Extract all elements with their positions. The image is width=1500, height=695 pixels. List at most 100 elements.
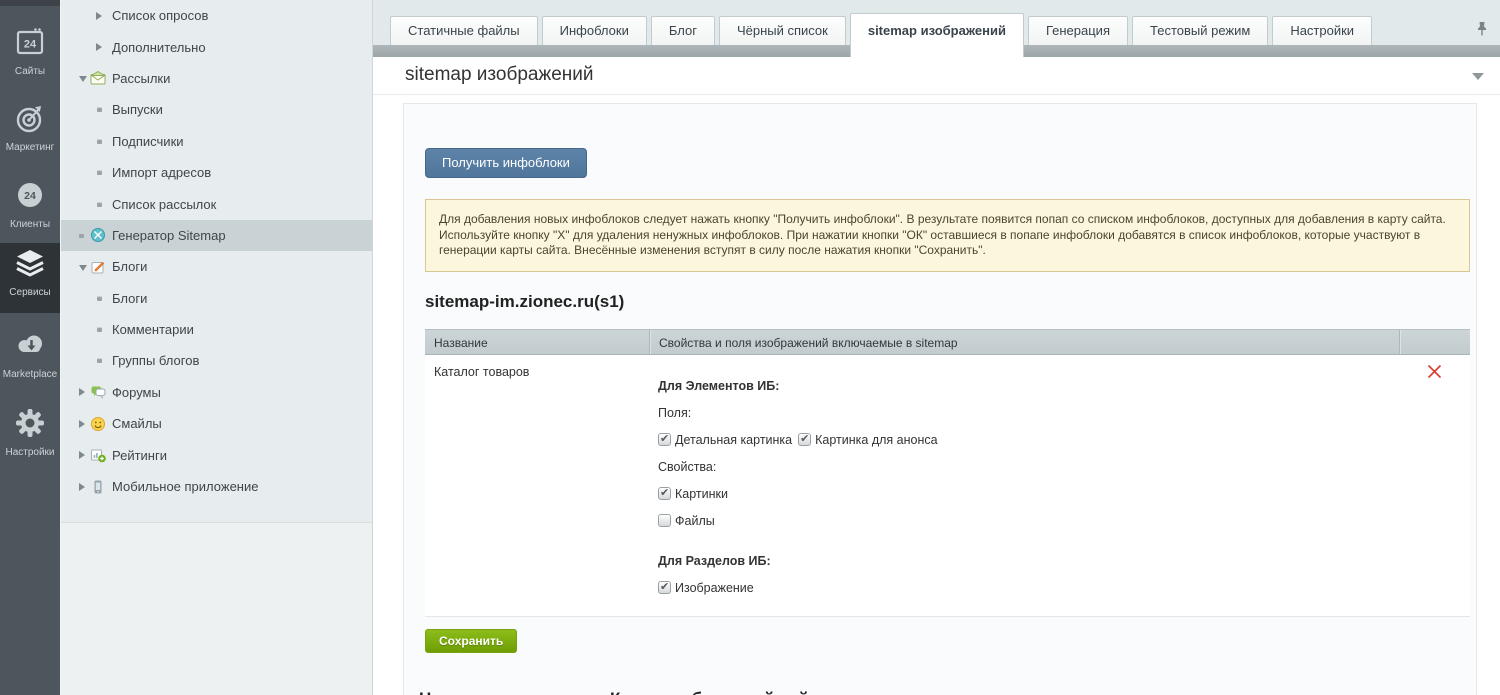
sidebar-item-mobile-app[interactable]: Мобильное приложение — [61, 471, 372, 502]
column-header-name: Название — [434, 335, 488, 350]
tab-blog[interactable]: Блог — [650, 16, 715, 45]
tab-settings[interactable]: Настройки — [1272, 16, 1373, 45]
chevron-right-icon — [96, 11, 102, 20]
checkbox-pictures[interactable]: Картинки — [658, 480, 728, 507]
page-title-bar: sitemap изображений — [373, 57, 1500, 95]
sidebar-menu: Список опросов Дополнительно Рассылки Вы… — [61, 0, 372, 502]
chevron-down-icon — [79, 264, 87, 271]
services-icon — [14, 247, 46, 279]
fields-checkbox-row: Детальная картинкаКартинка для анонса — [658, 426, 1399, 454]
forums-icon — [90, 384, 106, 400]
marketplace-icon — [14, 329, 46, 361]
bullet-icon — [97, 295, 102, 301]
next-section-clipped: Название Карта изображений сайта — [404, 689, 1476, 695]
settings-gear-icon — [14, 407, 46, 439]
checkbox-preview-picture[interactable]: Картинка для анонса — [798, 426, 938, 453]
page-title: sitemap изображений — [405, 64, 594, 85]
main-area: Статичные файлы Инфоблоки Блог Чёрный сп… — [373, 0, 1500, 695]
bullet-icon — [97, 358, 102, 364]
sidebar-item-blogs[interactable]: Блоги — [61, 283, 372, 314]
pin-icon[interactable] — [1473, 20, 1491, 43]
blog-icon — [90, 259, 106, 275]
checkbox[interactable] — [658, 513, 671, 527]
sidebar-item-address-import[interactable]: Импорт адресов — [61, 157, 372, 188]
tab-infoblocks[interactable]: Инфоблоки — [541, 16, 647, 45]
checkbox-image[interactable]: Изображение — [658, 574, 754, 601]
sidebar-item-blogs-group[interactable]: Блоги — [61, 251, 372, 282]
sites-icon: 24 — [14, 26, 46, 58]
clipped-heading-left: Название — [419, 689, 499, 695]
checkbox-detail-picture[interactable]: Детальная картинка — [658, 426, 792, 453]
checkbox[interactable] — [658, 426, 671, 453]
properties-label: Свойства: — [658, 459, 717, 474]
checkbox[interactable] — [658, 480, 671, 507]
elements-heading: Для Элементов ИБ: — [658, 378, 780, 393]
clipped-heading-right: Карта изображений сайта — [610, 689, 826, 695]
sidebar-item-subscribers[interactable]: Подписчики — [61, 126, 372, 157]
clients-icon: 24 — [14, 179, 46, 211]
mobile-icon — [90, 479, 106, 495]
prop-checkbox-row: Файлы — [658, 508, 1399, 535]
rail-item-marketplace[interactable]: Marketplace — [0, 325, 60, 380]
bullet-icon — [97, 201, 102, 207]
infoblock-name: Каталог товаров — [434, 364, 530, 379]
settings-panel: Получить инфоблоки Для добавления новых … — [403, 103, 1477, 695]
content-area: Получить инфоблоки Для добавления новых … — [373, 95, 1500, 695]
tab-generation[interactable]: Генерация — [1027, 16, 1128, 45]
sidebar-item-mailing-lists[interactable]: Список рассылок — [61, 188, 372, 219]
bullet-icon — [97, 327, 102, 333]
sidebar-item-smileys[interactable]: Смайлы — [61, 408, 372, 439]
chevron-right-icon — [79, 419, 85, 428]
tab-static-files[interactable]: Статичные файлы — [390, 16, 538, 45]
chevron-right-icon — [79, 482, 85, 491]
smiley-icon — [90, 416, 106, 432]
section-checkbox-row: Изображение — [658, 574, 1399, 602]
marketing-icon — [14, 102, 46, 134]
bullet-icon — [97, 170, 102, 176]
bullet-icon — [79, 232, 84, 238]
rail-item-services[interactable]: Сервисы — [0, 243, 60, 313]
site-heading: sitemap-im.zionec.ru(s1) — [425, 291, 625, 311]
info-notice: Для добавления новых инфоблоков следует … — [425, 199, 1470, 272]
icon-rail: 24 Сайты Маркетинг 24 Клиенты Сервисы Ma… — [0, 0, 60, 695]
bullet-icon — [97, 107, 102, 113]
checkbox-files[interactable]: Файлы — [658, 513, 715, 528]
chevron-right-icon — [96, 43, 102, 52]
bullet-icon — [97, 138, 102, 144]
sidebar-item-additional[interactable]: Дополнительно — [61, 31, 372, 62]
rail-item-marketing[interactable]: Маркетинг — [0, 98, 60, 153]
get-infoblocks-button[interactable]: Получить инфоблоки — [425, 148, 587, 178]
infoblocks-table: Название Свойства и поля изображений вкл… — [425, 328, 1470, 617]
tabs: Статичные файлы Инфоблоки Блог Чёрный сп… — [390, 0, 1373, 57]
sidebar-item-blog-groups[interactable]: Группы блогов — [61, 345, 372, 376]
svg-text:24: 24 — [24, 190, 36, 202]
rail-item-clients[interactable]: 24 Клиенты — [0, 175, 60, 230]
delete-row-icon[interactable] — [1426, 363, 1443, 385]
tab-blacklist[interactable]: Чёрный список — [718, 16, 846, 45]
sidebar-item-comments[interactable]: Комментарии — [61, 314, 372, 345]
tab-sitemap-images[interactable]: sitemap изображений — [849, 13, 1024, 57]
sidebar-item-sitemap-generator[interactable]: Генератор Sitemap — [61, 219, 372, 252]
sidebar-item-newsletters[interactable]: Рассылки — [61, 63, 372, 94]
tab-test-mode[interactable]: Тестовый режим — [1132, 16, 1269, 45]
sidebar-item-issues[interactable]: Выпуски — [61, 94, 372, 125]
checkbox[interactable] — [798, 426, 812, 453]
fields-label: Поля: — [658, 405, 692, 420]
collapse-caret-icon[interactable] — [1472, 73, 1484, 80]
save-button[interactable]: Сохранить — [425, 628, 518, 653]
sidebar-item-forums[interactable]: Форумы — [61, 377, 372, 408]
prop-checkbox-row: Картинки — [658, 480, 1399, 508]
checkbox[interactable] — [658, 574, 671, 601]
rail-item-settings[interactable]: Настройки — [0, 403, 60, 458]
sections-heading: Для Разделов ИБ: — [658, 553, 771, 568]
module-sidebar: Список опросов Дополнительно Рассылки Вы… — [60, 0, 373, 695]
sidebar-item-ratings[interactable]: Рейтинги — [61, 439, 372, 470]
rail-top-strip — [0, 0, 60, 6]
rail-item-sites[interactable]: 24 Сайты — [0, 22, 60, 77]
mail-icon — [89, 70, 107, 86]
sidebar-item-survey-list[interactable]: Список опросов — [61, 0, 372, 31]
row-actions — [1399, 355, 1470, 616]
column-header-properties: Свойства и поля изображений включаемые в… — [649, 329, 1399, 354]
ratings-icon — [90, 447, 106, 463]
